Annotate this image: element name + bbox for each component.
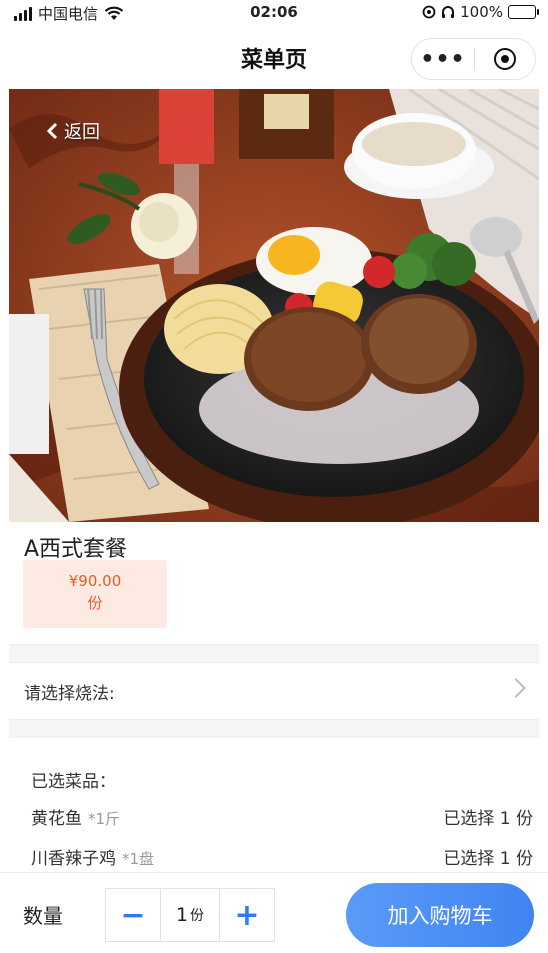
- price-value: ¥90.00: [68, 572, 122, 590]
- list-item: 川香辣子鸡 *1盘 已选择 1 份: [31, 844, 533, 872]
- quantity-unit: 份: [190, 908, 205, 924]
- add-to-cart-button[interactable]: 加入购物车: [346, 883, 534, 947]
- back-button[interactable]: 返回: [46, 118, 100, 144]
- mini-program-capsule: •••: [411, 38, 536, 80]
- target-icon: [494, 48, 516, 70]
- quantity-stepper: − 1份 +: [105, 888, 275, 942]
- decrease-button[interactable]: −: [106, 889, 160, 941]
- selected-title: 已选菜品：: [31, 772, 116, 792]
- chevron-right-icon: [506, 678, 526, 698]
- bottom-action-bar: 数量 − 1份 + 加入购物车: [0, 872, 548, 953]
- battery-icon: [508, 5, 539, 19]
- headphones-icon: [442, 6, 455, 18]
- steak-set-photo: [9, 89, 539, 522]
- dish-qty: *1盘: [122, 850, 155, 868]
- quantity-display[interactable]: 1份: [160, 889, 220, 941]
- quantity-value: 1: [175, 904, 189, 926]
- close-program-button[interactable]: [475, 48, 535, 70]
- cooking-method-row[interactable]: 请选择烧法:: [9, 663, 539, 719]
- dish-name: 川香辣子鸡: [31, 849, 116, 869]
- divider: [9, 737, 539, 738]
- nav-bar: 菜单页 •••: [0, 26, 548, 88]
- price-unit: 份: [87, 594, 103, 612]
- battery-percent: 100%: [460, 3, 503, 21]
- location-icon: [422, 5, 436, 19]
- quantity-label: 数量: [23, 904, 63, 928]
- list-item: 黄花鱼 *1斤 已选择 1 份: [31, 804, 533, 832]
- more-menu-icon[interactable]: •••: [412, 47, 474, 72]
- dish-name: 黄花鱼: [31, 809, 82, 829]
- price-tag: ¥90.00 份: [23, 560, 167, 628]
- dish-qty: *1斤: [88, 810, 121, 828]
- status-right: 100%: [422, 3, 539, 21]
- divider: [9, 644, 539, 645]
- cooking-method-label: 请选择烧法:: [24, 684, 115, 704]
- dish-status: 已选择 1 份: [443, 849, 533, 869]
- divider: [9, 719, 539, 720]
- increase-button[interactable]: +: [220, 889, 274, 941]
- menu-page: 中国电信 02:06 100% 菜单页 ••• 返回 A西式套餐 ¥90.00 …: [0, 0, 548, 953]
- back-label: 返回: [64, 122, 100, 143]
- section-gap: [9, 644, 539, 662]
- product-image: [9, 89, 539, 522]
- product-name: A西式套餐: [24, 537, 128, 562]
- section-gap: [9, 719, 539, 737]
- status-bar: 中国电信 02:06 100%: [0, 0, 548, 26]
- dish-status: 已选择 1 份: [443, 809, 533, 829]
- chevron-left-icon: [46, 122, 58, 140]
